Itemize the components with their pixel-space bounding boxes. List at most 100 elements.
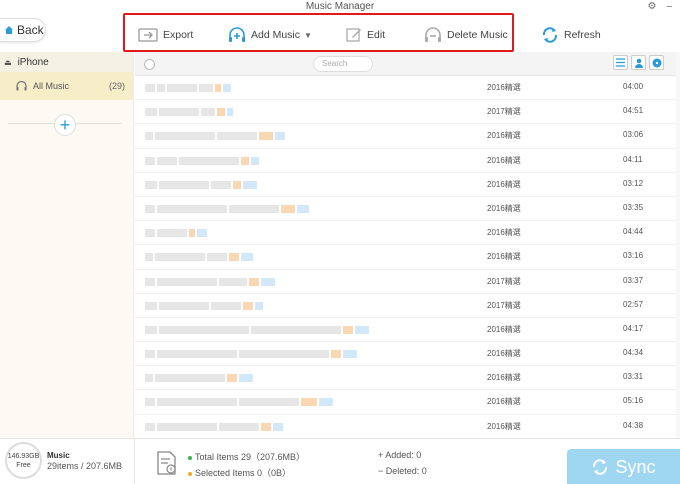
selected-items: Selected Items 0（0B） (188, 466, 291, 479)
sidebar-device[interactable]: ⏏ iPhone (0, 52, 133, 72)
track-title-blurred (145, 180, 257, 189)
track-album: 2016精選 (487, 349, 521, 359)
person-icon (634, 58, 643, 68)
list-icon (616, 58, 625, 67)
table-row[interactable]: 2016精選 04:11 (135, 149, 680, 173)
track-duration: 04:11 (623, 154, 643, 164)
table-row[interactable]: 2016精選 04:17 (135, 318, 680, 343)
window-controls: ⚙ – (647, 0, 672, 14)
total-items: Total Items 29（207.6MB） (188, 450, 305, 463)
select-all-checkbox[interactable] (144, 59, 155, 70)
track-album: 2017精選 (487, 107, 521, 117)
added-count: + Added: 0 (378, 450, 421, 460)
table-row[interactable]: 2016精選 04:00 (135, 76, 680, 101)
list-header: Search (135, 52, 680, 76)
refresh-label: Refresh (564, 29, 601, 41)
added-text: Added: 0 (385, 450, 422, 460)
track-duration: 04:34 (623, 348, 644, 358)
track-title-blurred (145, 132, 285, 141)
minimize-icon[interactable]: – (666, 0, 672, 14)
track-title-blurred (145, 229, 207, 238)
headphones-add-icon (229, 27, 245, 42)
track-list: 2016精選 04:00 2017精選 04:51 2016精選 03:06 2016精選 0… (135, 76, 680, 439)
storage-gauge: 146.93GB Free (5, 442, 42, 479)
track-title-blurred (145, 398, 333, 407)
sidebar-item-all-music[interactable]: All Music (29) (0, 72, 133, 100)
track-album: 2016精選 (487, 421, 521, 431)
table-row[interactable]: 2017精選 04:51 (135, 100, 680, 125)
delete-music-button[interactable]: Delete Music (424, 24, 508, 46)
table-row[interactable]: 2016精選 03:35 (135, 197, 680, 222)
sidebar-item-label: All Music (33, 81, 70, 91)
device-label: iPhone (17, 56, 49, 68)
chevron-down-icon[interactable]: ▼ (304, 31, 312, 40)
export-label: Export (163, 29, 194, 41)
track-duration: 04:38 (623, 420, 644, 430)
track-title-blurred (145, 301, 263, 310)
deleted-text: Deleted: 0 (385, 466, 427, 476)
view-toggle-group (613, 55, 664, 70)
table-row[interactable]: 2016精選 03:06 (135, 124, 680, 149)
add-playlist-button[interactable]: + (54, 114, 76, 136)
library-name: Music (47, 451, 70, 460)
total-dot (188, 455, 192, 460)
track-duration: 04:00 (623, 82, 644, 91)
track-duration: 03:06 (623, 130, 644, 140)
table-row[interactable]: 2016精選 03:31 (135, 366, 680, 391)
settings-icon[interactable]: ⚙ (647, 0, 656, 14)
track-title-blurred (145, 325, 369, 334)
track-album: 2016精選 (487, 228, 521, 238)
track-album: 2016精選 (487, 397, 521, 407)
track-title-blurred (145, 204, 309, 213)
track-title-blurred (145, 108, 233, 117)
list-view-button[interactable] (613, 55, 628, 70)
back-label: Back (17, 23, 44, 37)
track-album: 2017精選 (487, 300, 521, 310)
track-title-blurred (145, 374, 253, 383)
table-row[interactable]: 2016精選 04:38 (135, 415, 680, 439)
eject-icon: ⏏ (4, 57, 12, 67)
export-button[interactable]: Export (138, 24, 193, 46)
table-row[interactable]: 2016精選 04:44 (135, 221, 680, 246)
table-row[interactable]: 2017精選 02:57 (135, 294, 680, 318)
sidebar-item-count: (29) (108, 81, 125, 91)
window-title: Music Manager (305, 1, 375, 12)
table-row[interactable]: 2016精選 03:12 (135, 173, 680, 197)
track-album: 2016精選 (487, 131, 521, 141)
track-title-blurred (145, 84, 231, 92)
sync-button[interactable]: Sync (567, 449, 680, 484)
track-title-blurred (145, 156, 259, 165)
track-duration: 04:17 (623, 323, 644, 333)
table-row[interactable]: 2016精選 03:16 (135, 245, 680, 270)
selected-dot (188, 471, 192, 476)
track-title-blurred (145, 350, 357, 359)
track-duration: 03:12 (623, 178, 644, 188)
track-album: 2017精選 (487, 276, 521, 286)
table-row[interactable]: 2016精選 05:16 (135, 390, 680, 415)
track-duration: 02:57 (623, 299, 644, 309)
home-icon (5, 26, 13, 34)
track-title-blurred (145, 253, 253, 262)
track-album: 2016精選 (487, 252, 521, 262)
scrollbar[interactable] (676, 52, 680, 438)
library-count: 29items / 207.6MB (47, 461, 123, 471)
sync-label: Sync (615, 456, 656, 477)
track-title-blurred (145, 277, 275, 286)
footer-divider (134, 439, 135, 484)
album-view-button[interactable] (649, 55, 664, 70)
refresh-button[interactable]: Refresh (541, 24, 601, 46)
add-music-button[interactable]: Add Music ▼ (228, 24, 312, 46)
track-duration: 04:51 (623, 106, 644, 116)
selected-items-text: Selected Items 0（0B） (195, 468, 292, 478)
artist-view-button[interactable] (631, 55, 646, 70)
back-button[interactable]: Back (0, 18, 46, 42)
search-input[interactable]: Search (313, 56, 373, 72)
edit-button[interactable]: Edit (346, 24, 385, 46)
table-row[interactable]: 2016精選 04:34 (135, 342, 680, 367)
disc-icon (652, 58, 661, 67)
track-album: 2016精選 (487, 179, 521, 189)
deleted-count: − Deleted: 0 (378, 466, 427, 476)
table-row[interactable]: 2017精選 03:37 (135, 270, 680, 294)
track-duration: 05:16 (623, 396, 644, 406)
storage-label: Free (16, 461, 31, 469)
